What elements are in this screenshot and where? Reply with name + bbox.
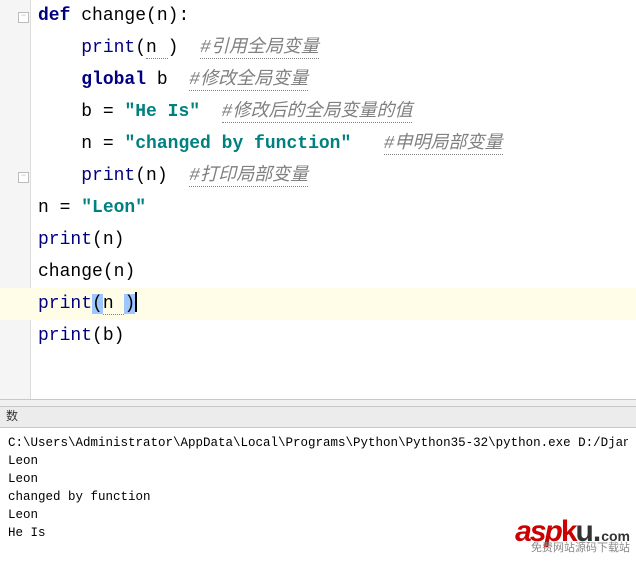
paren-close: ) — [124, 262, 135, 282]
comment: #修改后的全局变量的值 — [222, 102, 413, 123]
code-line-9[interactable]: change(n) — [0, 256, 636, 288]
code-line-7[interactable]: n = "Leon" — [0, 192, 636, 224]
code-line-10-current[interactable]: print(n ) — [0, 288, 636, 320]
comment: #申明局部变量 — [384, 134, 503, 155]
paren-close: ) — [114, 326, 125, 346]
paren-open: ( — [92, 230, 103, 250]
var-b: b — [81, 102, 92, 122]
builtin-print: print — [81, 38, 135, 58]
code-editor[interactable]: − − def change(n): print(n ) #引用全局变量 glo… — [0, 0, 636, 399]
console-output-line: Leon — [8, 470, 628, 488]
comment: #引用全局变量 — [200, 38, 319, 59]
code-line-3[interactable]: global b #修改全局变量 — [0, 64, 636, 96]
builtin-print: print — [81, 166, 135, 186]
builtin-print: print — [38, 294, 92, 314]
indent — [38, 70, 81, 90]
var-n: n — [38, 198, 49, 218]
string-literal: "changed by function" — [124, 134, 351, 154]
console-output-line: Leon — [8, 452, 628, 470]
code-line-1[interactable]: def change(n): — [0, 0, 636, 32]
eq: = — [92, 102, 124, 122]
function-call: change — [38, 262, 103, 282]
paren-close: ) — [157, 166, 168, 186]
paren-close: ) — [114, 230, 125, 250]
eq: = — [92, 134, 124, 154]
eq: = — [49, 198, 81, 218]
arg: n — [146, 166, 157, 186]
comment: #修改全局变量 — [189, 70, 308, 91]
space — [178, 38, 200, 58]
var-n: n — [81, 134, 92, 154]
paren-open: ( — [92, 326, 103, 346]
keyword-global: global — [81, 70, 146, 90]
indent — [38, 134, 81, 154]
arg: n — [114, 262, 125, 282]
space — [200, 102, 222, 122]
comment: #打印局部变量 — [189, 166, 308, 187]
paren-close: ) — [168, 38, 179, 58]
console-output[interactable]: C:\Users\Administrator\AppData\Local\Pro… — [0, 428, 636, 560]
arg: n — [103, 294, 125, 315]
builtin-print: print — [38, 230, 92, 250]
indent — [38, 166, 81, 186]
space — [168, 166, 190, 186]
paren-open: ( — [103, 262, 114, 282]
space — [168, 70, 190, 90]
code-line-4[interactable]: b = "He Is" #修改后的全局变量的值 — [0, 96, 636, 128]
space — [146, 70, 157, 90]
console-output-line: changed by function — [8, 488, 628, 506]
var-b: b — [157, 70, 168, 90]
space — [351, 134, 383, 154]
arg: n — [103, 230, 114, 250]
paren-close-matched: ) — [124, 294, 135, 314]
console-tab-strip[interactable]: 数 — [0, 407, 636, 428]
arg: n — [146, 38, 168, 59]
console-tab-label[interactable]: 数 — [6, 410, 18, 424]
watermark: aspku.com 免费网站源码下载站 — [515, 517, 630, 554]
param: n — [157, 6, 168, 26]
split-bar[interactable] — [0, 399, 636, 407]
string-literal: "Leon" — [81, 198, 146, 218]
function-name: change — [81, 6, 146, 26]
paren-open: ( — [135, 38, 146, 58]
code-line-2[interactable]: print(n ) #引用全局变量 — [0, 32, 636, 64]
keyword-def: def — [38, 6, 70, 26]
indent — [38, 102, 81, 122]
paren-open: ( — [135, 166, 146, 186]
indent — [38, 38, 81, 58]
paren-open-matched: ( — [92, 294, 103, 314]
space — [70, 6, 81, 26]
code-line-8[interactable]: print(n) — [0, 224, 636, 256]
text-caret — [135, 292, 137, 312]
code-line-5[interactable]: n = "changed by function" #申明局部变量 — [0, 128, 636, 160]
arg: b — [103, 326, 114, 346]
code-line-6[interactable]: print(n) #打印局部变量 — [0, 160, 636, 192]
paren-open: ( — [146, 6, 157, 26]
string-literal: "He Is" — [124, 102, 200, 122]
console-command-line: C:\Users\Administrator\AppData\Local\Pro… — [8, 434, 628, 452]
code-line-blank[interactable] — [0, 352, 636, 384]
watermark-tagline: 免费网站源码下载站 — [515, 543, 630, 554]
builtin-print: print — [38, 326, 92, 346]
paren-close: ) — [168, 6, 179, 26]
code-line-11[interactable]: print(b) — [0, 320, 636, 352]
colon: : — [178, 6, 189, 26]
